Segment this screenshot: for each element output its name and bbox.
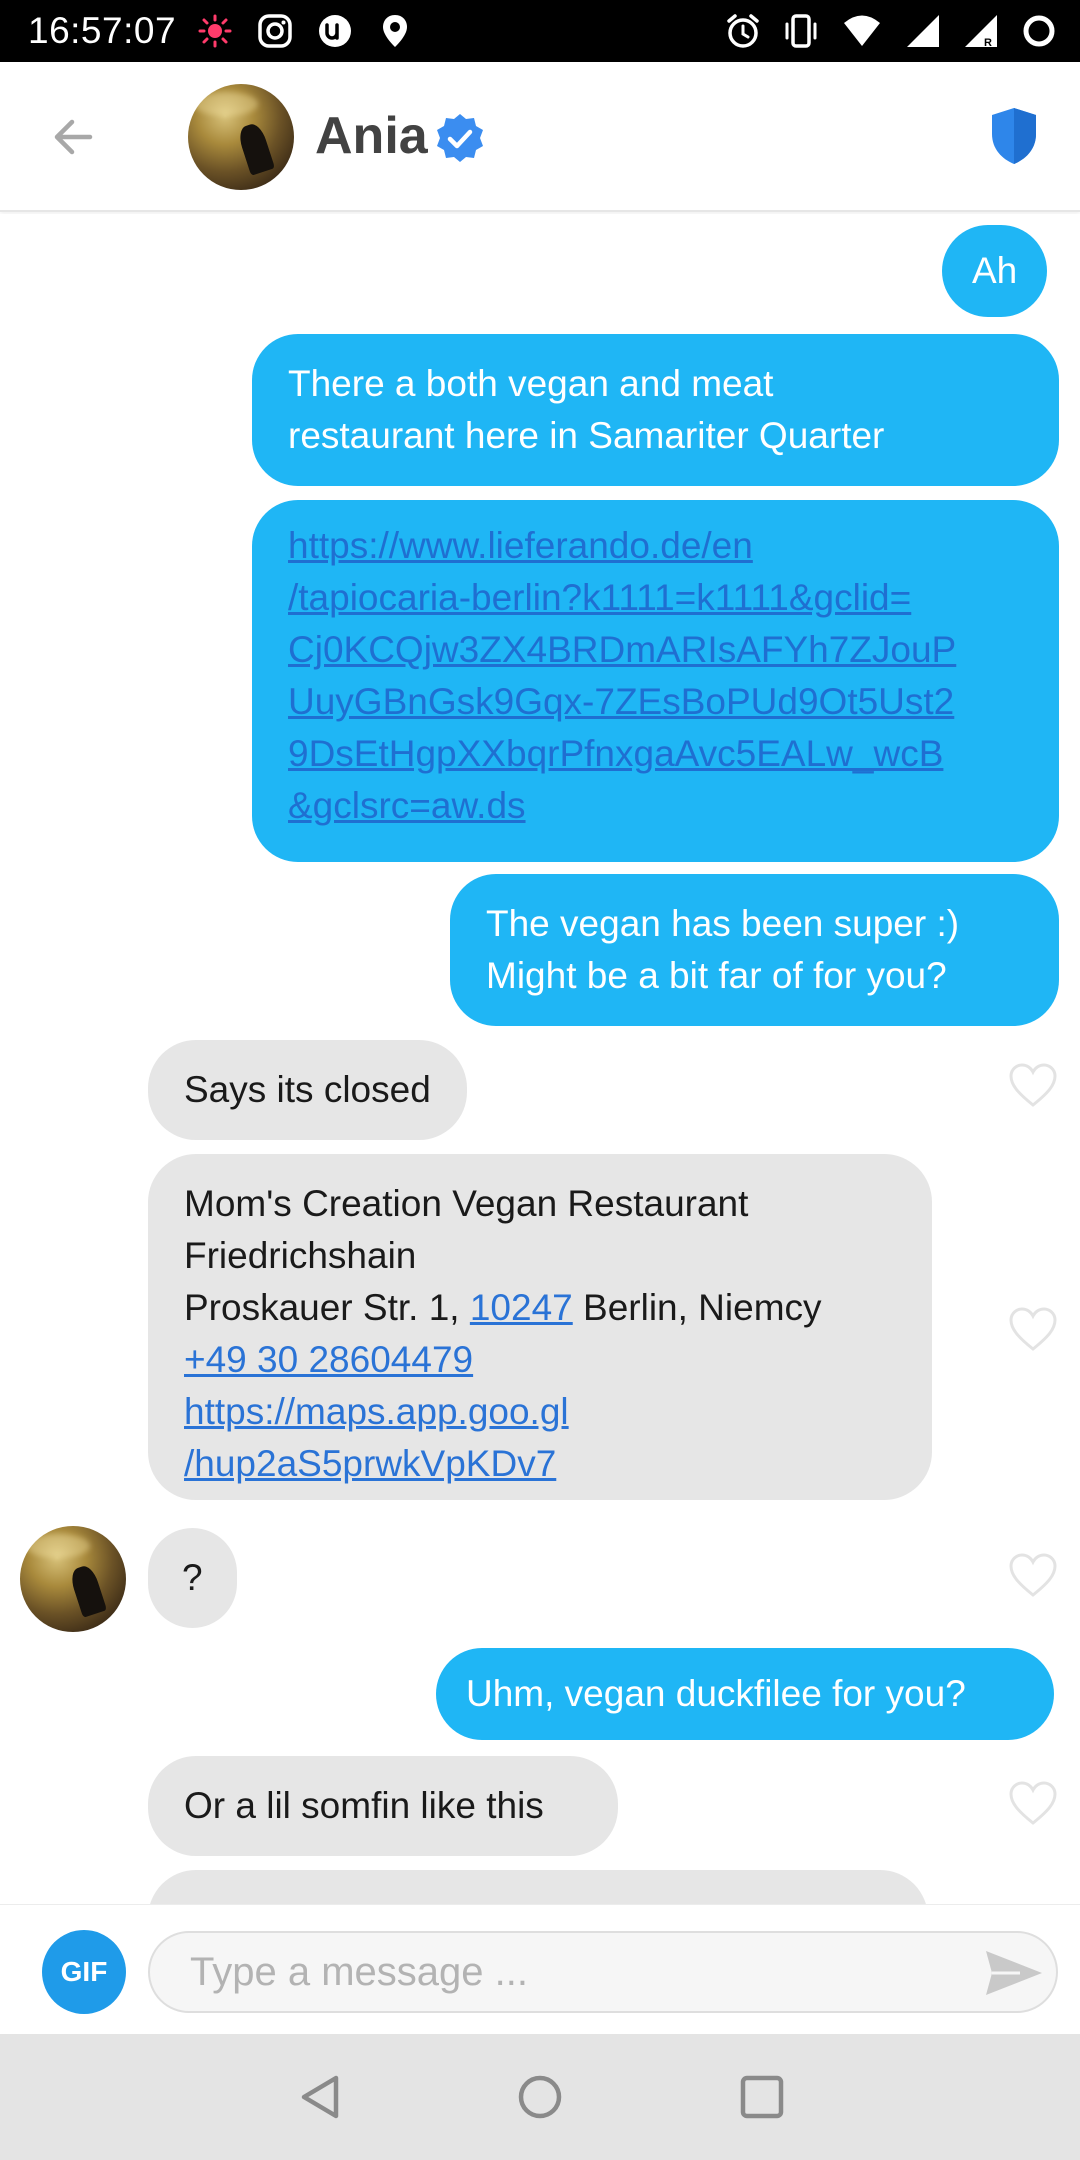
sent-link-message[interactable]: https://www.lieferando.de/en /tapiocaria…	[252, 500, 1059, 862]
sent-message[interactable]: Uhm, vegan duckfilee for you?	[436, 1648, 1054, 1740]
postal-code-link[interactable]: 10247	[470, 1287, 573, 1328]
message-text-line: Mom's Creation Vegan Restaurant	[184, 1183, 749, 1224]
message-text-line: The vegan has been super :)	[486, 903, 960, 944]
received-message[interactable]: ?	[148, 1528, 237, 1628]
signal-icon	[907, 15, 939, 47]
send-arrow-icon[interactable]	[984, 1947, 1044, 1999]
heart-icon[interactable]	[1008, 1062, 1058, 1108]
heart-icon[interactable]	[1008, 1306, 1058, 1352]
nav-home-icon[interactable]	[515, 2072, 565, 2122]
message-link[interactable]: Cj0KCQjw3ZX4BRDmARIsAFYh7ZJouP	[288, 624, 1023, 676]
sent-message[interactable]: There a both vegan and meat restaurant h…	[252, 334, 1059, 486]
arrow-left-icon[interactable]	[46, 109, 102, 165]
message-text-line: There a both vegan and meat	[288, 363, 774, 404]
message-text: Says its closed	[184, 1069, 431, 1110]
map-link[interactable]: /hup2aS5prwkVpKDv7	[184, 1438, 896, 1490]
received-message[interactable]: Or a lil somfin like this	[148, 1756, 618, 1856]
status-bar: 16:57:07 R	[0, 0, 1080, 62]
battery-ring-icon	[1023, 15, 1055, 47]
chat-header: Ania	[0, 62, 1080, 212]
gif-button[interactable]: GIF	[42, 1930, 126, 2014]
message-composer: GIF	[0, 1904, 1080, 2034]
contact-avatar[interactable]	[188, 84, 294, 190]
sent-message[interactable]: Ah	[942, 225, 1048, 317]
received-message-partial[interactable]	[148, 1870, 928, 1904]
received-message[interactable]: Says its closed	[148, 1040, 467, 1140]
heart-icon[interactable]	[1008, 1780, 1058, 1826]
message-link[interactable]: /tapiocaria-berlin?k1111=k1111&gclid=	[288, 572, 1023, 624]
contact-name[interactable]: Ania	[315, 106, 428, 166]
nav-recents-icon[interactable]	[737, 2072, 787, 2122]
phone-link[interactable]: +49 30 28604479	[184, 1334, 896, 1386]
message-link[interactable]: UuyGBnGsk9Gqx-7ZEsBoPUd9Ot5Ust2	[288, 676, 1023, 728]
system-nav-bar	[0, 2034, 1080, 2160]
svg-text:R: R	[984, 37, 992, 49]
message-link[interactable]: 9DsEtHgpXXbqrPfnxgaAvc5EALw_wcB	[288, 728, 1023, 780]
instagram-icon	[258, 14, 292, 48]
address-text: Proskauer Str. 1,	[184, 1287, 470, 1328]
message-link[interactable]: https://www.lieferando.de/en	[288, 520, 1023, 572]
alarm-icon	[727, 14, 759, 48]
verified-badge-icon	[437, 114, 483, 162]
location-pin-icon	[383, 15, 407, 47]
address-text: Berlin, Niemcy	[572, 1287, 822, 1328]
app-u-icon	[319, 15, 351, 47]
message-text: Or a lil somfin like this	[184, 1785, 544, 1826]
nav-back-icon[interactable]	[296, 2072, 346, 2122]
status-time: 16:57:07	[28, 10, 177, 51]
signal-roaming-icon: R	[965, 15, 997, 49]
message-list[interactable]: Ah There a both vegan and meat restauran…	[0, 214, 1080, 1904]
notification-dot-icon	[198, 14, 232, 48]
message-link[interactable]: &gclsrc=aw.ds	[288, 780, 1023, 832]
message-text-line: restaurant here in Samariter Quarter	[288, 415, 885, 456]
message-text: Ah	[972, 250, 1018, 291]
sender-avatar[interactable]	[20, 1526, 126, 1632]
received-message[interactable]: Mom's Creation Vegan Restaurant Friedric…	[148, 1154, 932, 1500]
sent-message[interactable]: The vegan has been super :) Might be a b…	[450, 874, 1059, 1026]
message-input[interactable]	[148, 1931, 1058, 2013]
shield-icon[interactable]	[988, 106, 1040, 166]
map-link[interactable]: https://maps.app.goo.gl	[184, 1386, 896, 1438]
message-text-line: Friedrichshain	[184, 1235, 417, 1276]
message-text: Uhm, vegan duckfilee for you?	[466, 1673, 966, 1714]
message-text: ?	[182, 1557, 203, 1598]
heart-icon[interactable]	[1008, 1552, 1058, 1598]
vibrate-icon	[785, 14, 817, 48]
wifi-icon	[844, 15, 880, 46]
message-text-line: Might be a bit far of for you?	[486, 955, 947, 996]
address-line: Proskauer Str. 1, 10247 Berlin, Niemcy	[184, 1282, 896, 1334]
